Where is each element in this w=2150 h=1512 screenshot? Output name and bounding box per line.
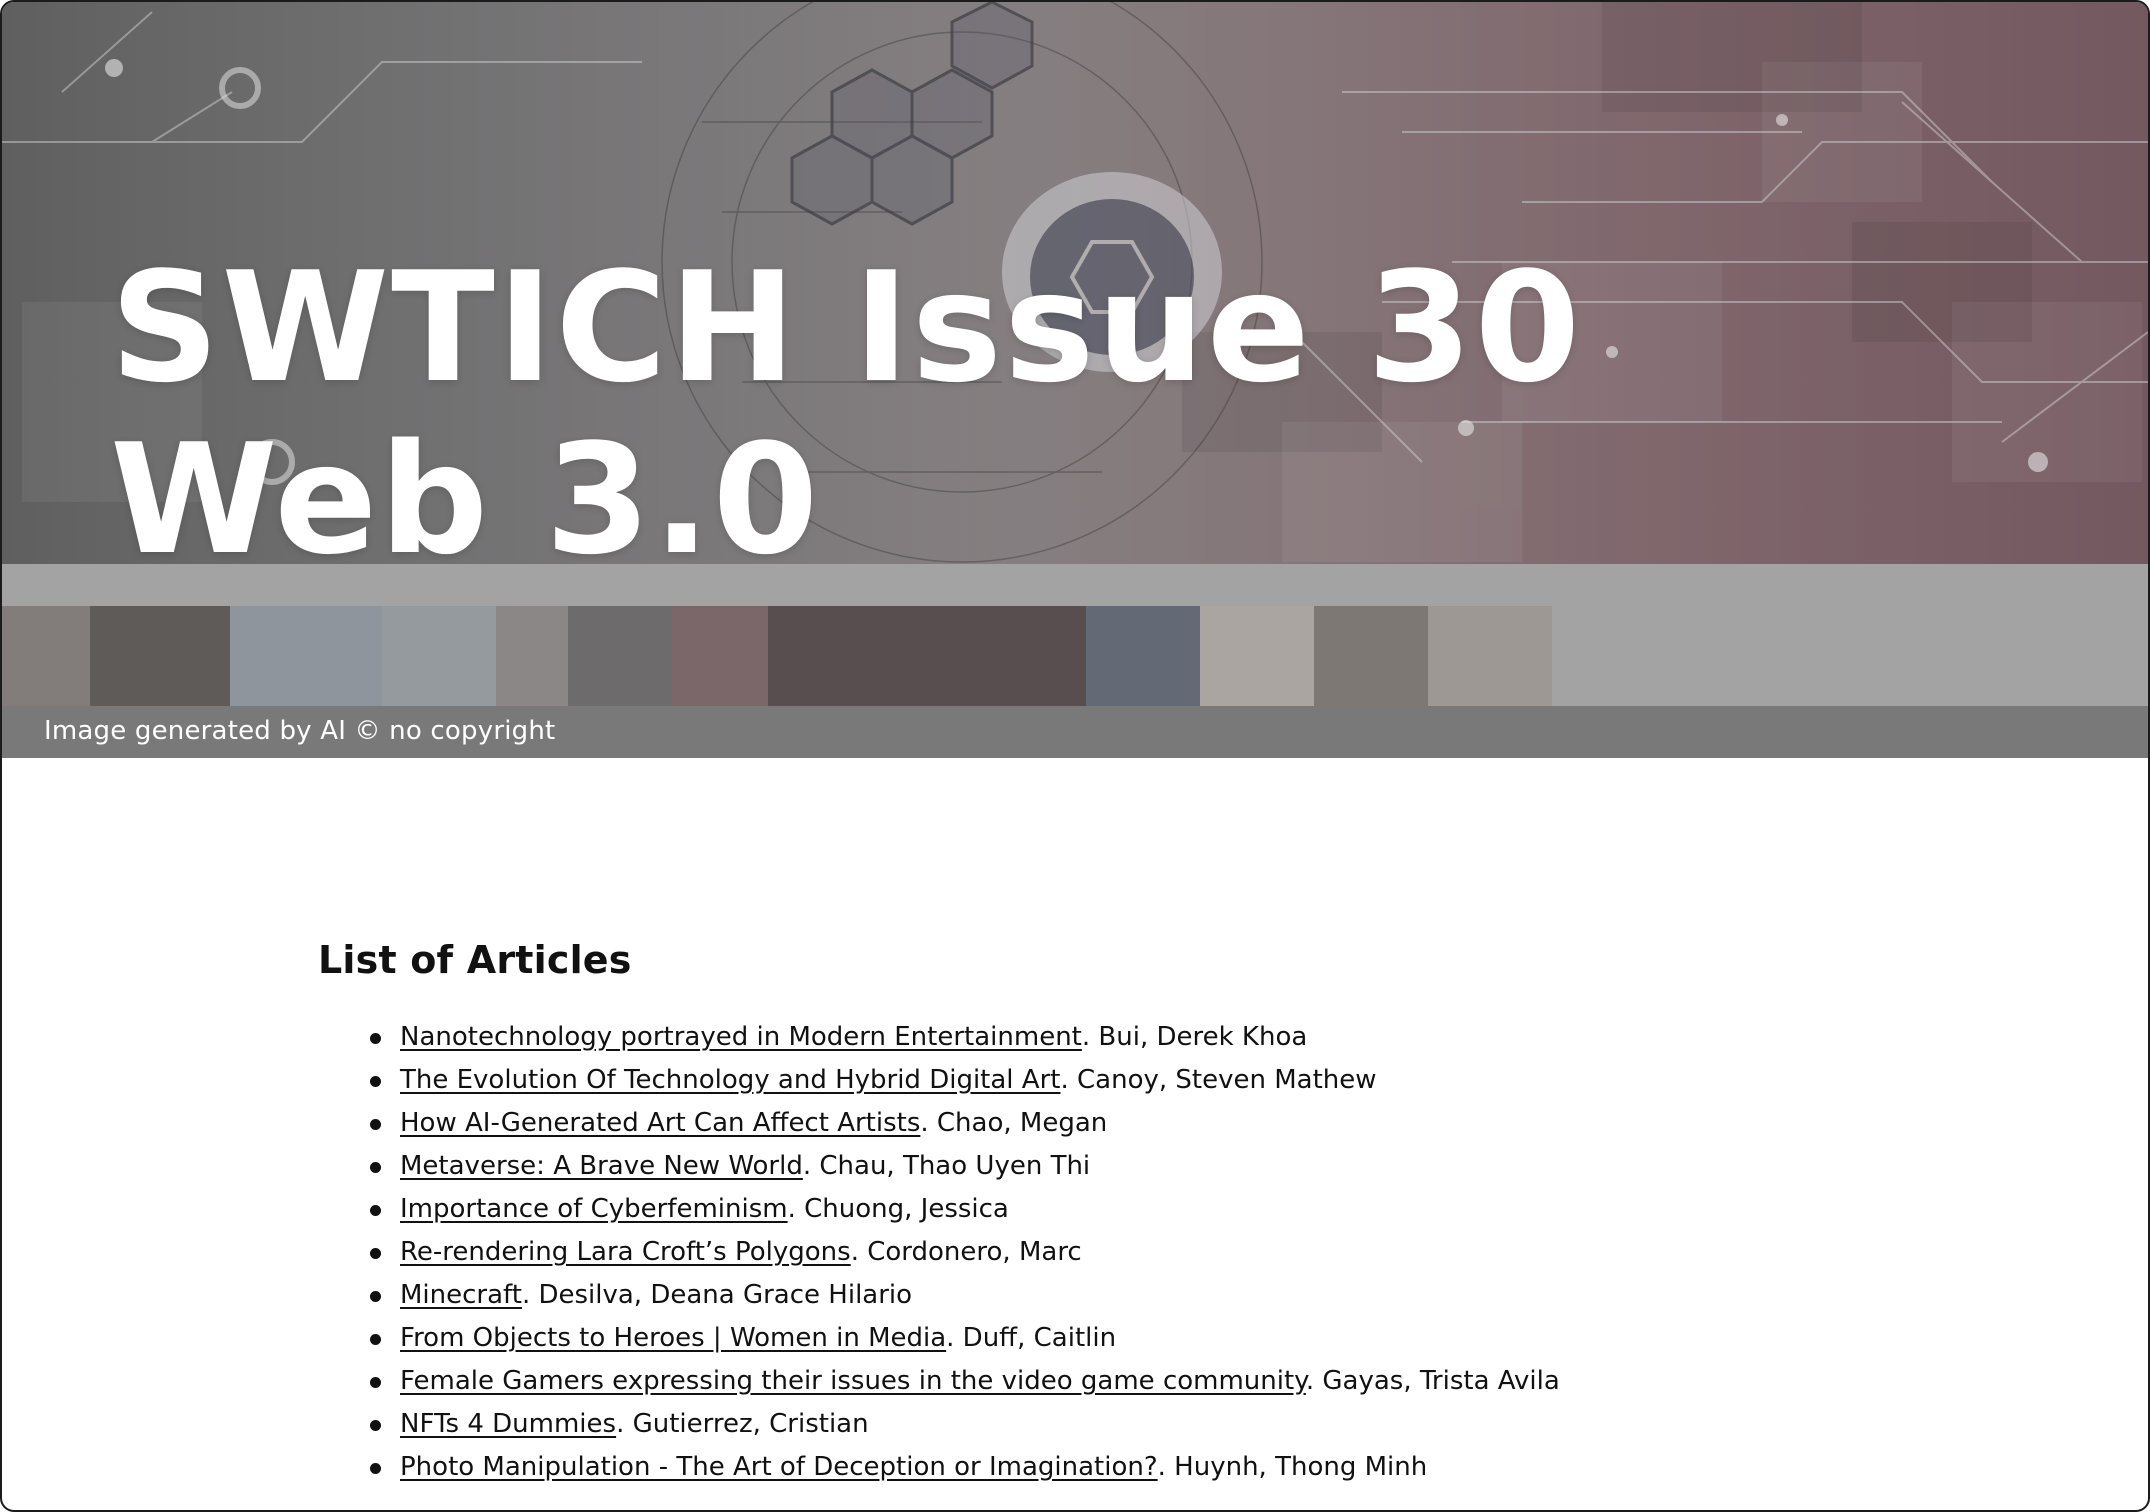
page-frame: SWTICH Issue 30 Web 3.0 Image generated … — [0, 0, 2150, 1512]
list-item: NFTs 4 Dummies. Gutierrez, Cristian — [370, 1403, 2018, 1446]
list-item: The Evolution Of Technology and Hybrid D… — [370, 1059, 2018, 1102]
article-author: . Canoy, Steven Mathew — [1060, 1065, 1377, 1095]
list-item: Importance of Cyberfeminism. Chuong, Jes… — [370, 1188, 2018, 1231]
article-author: . Desilva, Deana Grace Hilario — [521, 1280, 913, 1310]
article-link[interactable]: How AI-Generated Art Can Affect Artists — [400, 1108, 920, 1138]
article-author: . Cordonero, Marc — [850, 1237, 1082, 1267]
issue-title: SWTICH Issue 30 Web 3.0 — [110, 239, 1583, 565]
articles-list: Nanotechnology portrayed in Modern Enter… — [318, 1016, 2018, 1489]
articles-section: List of Articles Nanotechnology portraye… — [318, 938, 2018, 1489]
article-author: . Gayas, Trista Avila — [1305, 1366, 1560, 1396]
article-link[interactable]: Minecraft — [400, 1280, 522, 1310]
article-link[interactable]: Metaverse: A Brave New World — [400, 1151, 803, 1181]
list-item: From Objects to Heroes | Women in Media.… — [370, 1317, 2018, 1360]
list-item: Minecraft. Desilva, Deana Grace Hilario — [370, 1274, 2018, 1317]
articles-heading: List of Articles — [318, 938, 632, 982]
list-item: Re-rendering Lara Croft’s Polygons. Cord… — [370, 1231, 2018, 1274]
hero-image: SWTICH Issue 30 Web 3.0 — [2, 2, 2148, 564]
article-link[interactable]: NFTs 4 Dummies — [400, 1409, 616, 1439]
list-item: How AI-Generated Art Can Affect Artists.… — [370, 1102, 2018, 1145]
article-link[interactable]: Photo Manipulation - The Art of Deceptio… — [400, 1452, 1158, 1482]
hero-color-band — [2, 564, 2148, 706]
article-author: . Huynh, Thong Minh — [1157, 1452, 1428, 1482]
issue-title-line-1: SWTICH Issue 30 — [110, 239, 1583, 416]
image-caption: Image generated by AI © no copyright — [44, 716, 556, 746]
list-item: Metaverse: A Brave New World. Chau, Thao… — [370, 1145, 2018, 1188]
article-author: . Bui, Derek Khoa — [1081, 1022, 1308, 1052]
article-link[interactable]: Female Gamers expressing their issues in… — [400, 1366, 1306, 1396]
article-author: . Gutierrez, Cristian — [616, 1409, 869, 1439]
list-item: Female Gamers expressing their issues in… — [370, 1360, 2018, 1403]
image-caption-bar: Image generated by AI © no copyright — [2, 706, 2148, 758]
list-item: Photo Manipulation - The Art of Deceptio… — [370, 1446, 2018, 1489]
issue-title-line-2: Web 3.0 — [110, 411, 821, 565]
article-author: . Chau, Thao Uyen Thi — [802, 1151, 1091, 1181]
article-author: . Chao, Megan — [920, 1108, 1108, 1138]
article-link[interactable]: From Objects to Heroes | Women in Media — [400, 1323, 946, 1353]
article-link[interactable]: The Evolution Of Technology and Hybrid D… — [400, 1065, 1060, 1095]
article-link[interactable]: Nanotechnology portrayed in Modern Enter… — [400, 1022, 1082, 1052]
list-item: Nanotechnology portrayed in Modern Enter… — [370, 1016, 2018, 1059]
article-link[interactable]: Re-rendering Lara Croft’s Polygons — [400, 1237, 851, 1267]
article-link[interactable]: Importance of Cyberfeminism — [400, 1194, 788, 1224]
article-author: . Chuong, Jessica — [787, 1194, 1009, 1224]
article-author: . Duff, Caitlin — [946, 1323, 1117, 1353]
